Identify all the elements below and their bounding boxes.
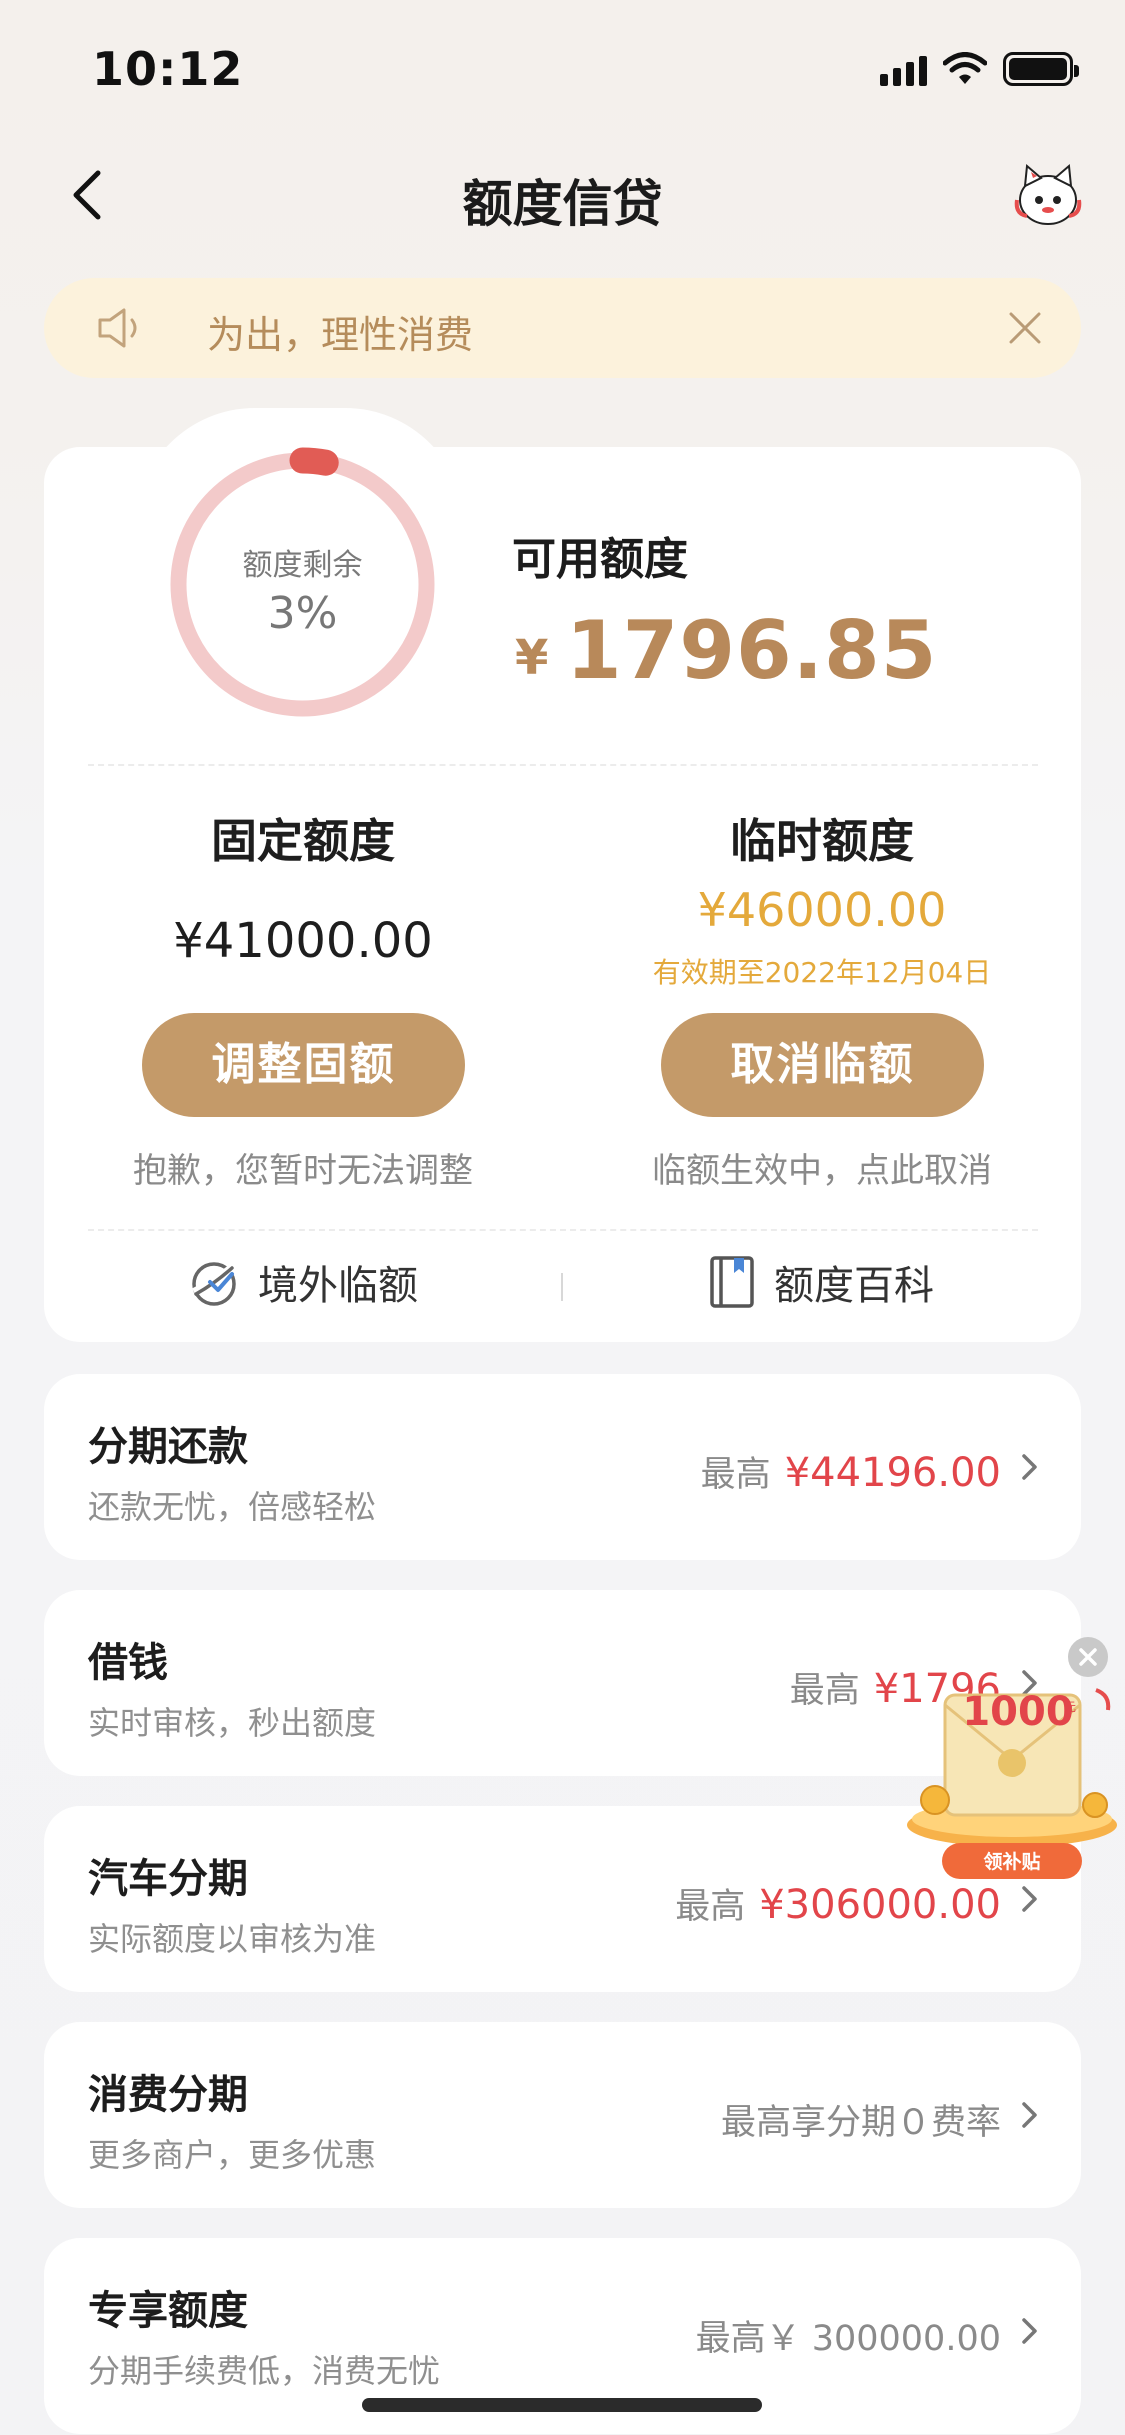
service-value: 最高￥ 300000.00 bbox=[695, 2319, 1001, 2359]
divider bbox=[88, 764, 1038, 766]
service-subtitle: 实际额度以审核为准 bbox=[88, 1920, 377, 1958]
service-row-consumer-installment[interactable]: 消费分期 更多商户，更多优惠 最高享分期０费率 bbox=[44, 2022, 1081, 2208]
service-title: 专享额度 bbox=[88, 2288, 248, 2334]
service-subtitle: 还款无忧，倍感轻松 bbox=[88, 1488, 377, 1526]
service-title: 汽车分期 bbox=[88, 1856, 248, 1902]
book-icon bbox=[710, 1256, 754, 1308]
available-currency: ¥ bbox=[515, 630, 549, 686]
status-icons bbox=[880, 52, 1079, 86]
link-separator bbox=[561, 1273, 563, 1301]
page-title: 额度信贷 bbox=[462, 175, 663, 233]
globe-plane-icon bbox=[192, 1262, 237, 1306]
promo-unit: 元 bbox=[1064, 1700, 1076, 1714]
notice-text: 为出，理性消费 bbox=[207, 313, 474, 357]
service-value: 最高 ¥44196.00 bbox=[700, 1450, 1001, 1496]
cellular-signal-icon bbox=[880, 52, 927, 86]
adjust-fixed-button[interactable]: 调整固额 bbox=[142, 1013, 465, 1117]
promo-amount: 1000 bbox=[962, 1689, 1073, 1735]
service-value: 最高享分期０费率 bbox=[720, 2103, 1001, 2143]
service-title: 消费分期 bbox=[88, 2072, 248, 2118]
temporary-expire-date: 有效期至2022年12月04日 bbox=[652, 956, 992, 989]
link-credit-encyclopedia-label: 额度百科 bbox=[774, 1263, 934, 1309]
link-overseas-temp-label: 境外临额 bbox=[258, 1263, 418, 1309]
home-indicator bbox=[362, 2398, 762, 2412]
chevron-right-icon bbox=[1022, 2318, 1037, 2344]
temporary-hint[interactable]: 临额生效中，点此取消 bbox=[612, 1143, 1032, 1192]
divider bbox=[88, 1229, 1038, 1231]
ring-label: 额度剩余 bbox=[242, 548, 363, 583]
status-bar: 10:12 bbox=[0, 0, 1125, 140]
promo-button: 领补贴 bbox=[983, 1850, 1040, 1873]
battery-icon bbox=[1003, 52, 1079, 86]
chevron-right-icon bbox=[1022, 2102, 1037, 2128]
remaining-ring bbox=[165, 447, 440, 722]
cancel-temporary-button[interactable]: 取消临额 bbox=[661, 1013, 984, 1117]
service-subtitle: 分期手续费低，消费无忧 bbox=[88, 2352, 441, 2390]
fixed-hint: 抱歉，您暂时无法调整 bbox=[133, 1151, 473, 1191]
available-label: 可用额度 bbox=[512, 534, 688, 585]
service-title: 分期还款 bbox=[88, 1424, 248, 1470]
service-subtitle: 实时审核，秒出额度 bbox=[88, 1704, 377, 1742]
chevron-right-icon bbox=[1022, 1454, 1037, 1480]
service-subtitle: 更多商户，更多优惠 bbox=[88, 2136, 377, 2174]
close-icon[interactable] bbox=[1005, 308, 1045, 348]
cat-mascot-icon[interactable] bbox=[1013, 160, 1083, 230]
link-overseas-temp[interactable]: 境外临额 bbox=[188, 1253, 418, 1311]
nav-bar: 额度信贷 bbox=[0, 140, 1125, 250]
temporary-amount: ¥46000.00 bbox=[697, 883, 947, 937]
temporary-title: 临时额度 bbox=[730, 814, 914, 868]
speaker-icon bbox=[98, 308, 137, 348]
ring-percent: 3% bbox=[267, 588, 338, 639]
wifi-icon bbox=[943, 52, 987, 84]
notice-banner: 为出，理性消费 bbox=[44, 278, 1081, 378]
available-amount: 1796.85 bbox=[566, 604, 938, 697]
service-title: 借钱 bbox=[88, 1640, 168, 1686]
fixed-amount: ¥41000.00 bbox=[173, 913, 433, 969]
link-credit-encyclopedia[interactable]: 额度百科 bbox=[708, 1253, 934, 1311]
status-time: 10:12 bbox=[92, 42, 244, 96]
fixed-title: 固定额度 bbox=[211, 814, 395, 868]
service-row-installment-repay[interactable]: 分期还款 还款无忧，倍感轻松 最高 ¥44196.00 bbox=[44, 1374, 1081, 1560]
subsidy-promo-widget[interactable]: 1000 元 领补贴 bbox=[900, 1635, 1125, 1895]
